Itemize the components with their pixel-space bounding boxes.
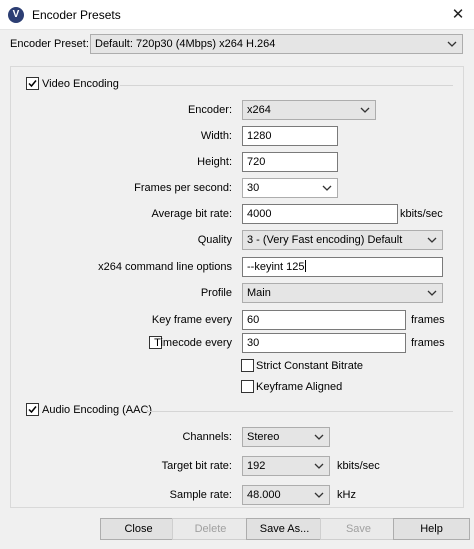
timecode-input[interactable]: 30	[242, 333, 406, 353]
chevron-down-icon	[313, 460, 325, 472]
strict-cbr-label: Strict Constant Bitrate	[256, 360, 363, 372]
timecode-unit: frames	[411, 337, 445, 349]
audio-bitrate-dropdown[interactable]: 192	[242, 456, 330, 476]
fps-value: 30	[247, 182, 260, 194]
bitrate-unit: kbits/sec	[400, 208, 443, 220]
chevron-down-icon	[446, 38, 458, 50]
keyframe-unit: frames	[411, 314, 445, 326]
close-button[interactable]: Close	[100, 518, 177, 540]
keyframe-aligned-checkbox[interactable]	[241, 380, 254, 393]
chevron-down-icon	[359, 104, 371, 116]
video-encoding-label: Video Encoding	[42, 78, 119, 90]
quality-value: 3 - (Very Fast encoding) Default	[247, 234, 403, 246]
keyframe-aligned-label: Keyframe Aligned	[256, 381, 343, 393]
cmdline-input[interactable]: --keyint 125	[242, 257, 443, 277]
quality-dropdown[interactable]: 3 - (Very Fast encoding) Default	[242, 230, 443, 250]
video-section-divider	[120, 85, 453, 86]
height-label: Height:	[197, 156, 232, 168]
text-caret	[305, 260, 307, 272]
samplerate-dropdown[interactable]: 48.000	[242, 485, 330, 505]
chevron-down-icon	[426, 287, 438, 299]
audio-section-divider	[146, 411, 453, 412]
quality-label: Quality	[197, 234, 232, 246]
width-label: Width:	[200, 130, 232, 142]
fps-label: Frames per second:	[134, 182, 232, 194]
audio-encoding-label: Audio Encoding (AAC)	[42, 404, 153, 416]
channels-dropdown[interactable]: Stereo	[242, 427, 330, 447]
keyframe-input[interactable]: 60	[242, 310, 406, 330]
video-encoding-checkbox[interactable]	[26, 77, 39, 90]
strict-cbr-checkbox[interactable]	[241, 359, 254, 372]
encoder-preset-value: Default: 720p30 (4Mbps) x264 H.264	[95, 38, 276, 50]
app-logo-icon: V	[8, 7, 24, 23]
encoder-preset-label: Encoder Preset:	[10, 38, 89, 50]
channels-label: Channels:	[182, 431, 232, 443]
audio-bitrate-unit: kbits/sec	[337, 460, 380, 472]
channels-value: Stereo	[247, 431, 280, 443]
audio-bitrate-label: Target bit rate:	[161, 460, 232, 472]
help-button[interactable]: Help	[393, 518, 470, 540]
cmdline-value: --keyint 125	[247, 261, 305, 273]
cmdline-label: x264 command line options	[98, 261, 232, 273]
keyframe-label: Key frame every	[151, 314, 232, 326]
delete-button[interactable]: Delete	[172, 518, 249, 540]
window-title: Encoder Presets	[32, 8, 121, 22]
timecode-label: Timecode every	[154, 337, 232, 349]
profile-value: Main	[247, 287, 271, 299]
audio-bitrate-value: 192	[247, 460, 266, 472]
encoder-label: Encoder:	[187, 104, 232, 116]
chevron-down-icon	[426, 234, 438, 246]
audio-encoding-checkbox[interactable]	[26, 403, 39, 416]
encoder-value: x264	[247, 104, 271, 116]
samplerate-value: 48.000	[247, 489, 281, 501]
encoder-preset-dropdown[interactable]: Default: 720p30 (4Mbps) x264 H.264	[90, 34, 463, 54]
samplerate-label: Sample rate:	[169, 489, 232, 501]
profile-label: Profile	[200, 287, 232, 299]
bitrate-label: Average bit rate:	[151, 208, 232, 220]
height-input[interactable]: 720	[242, 152, 338, 172]
save-button[interactable]: Save	[320, 518, 397, 540]
profile-dropdown[interactable]: Main	[242, 283, 443, 303]
encoder-dropdown[interactable]: x264	[242, 100, 376, 120]
fps-dropdown[interactable]: 30	[242, 178, 338, 198]
save-as-button[interactable]: Save As...	[246, 518, 323, 540]
bitrate-input[interactable]: 4000	[242, 204, 398, 224]
width-input[interactable]: 1280	[242, 126, 338, 146]
close-window-icon[interactable]: ✕	[448, 5, 468, 25]
samplerate-unit: kHz	[337, 489, 356, 501]
chevron-down-icon	[313, 431, 325, 443]
chevron-down-icon	[313, 489, 325, 501]
chevron-down-icon	[321, 182, 333, 194]
